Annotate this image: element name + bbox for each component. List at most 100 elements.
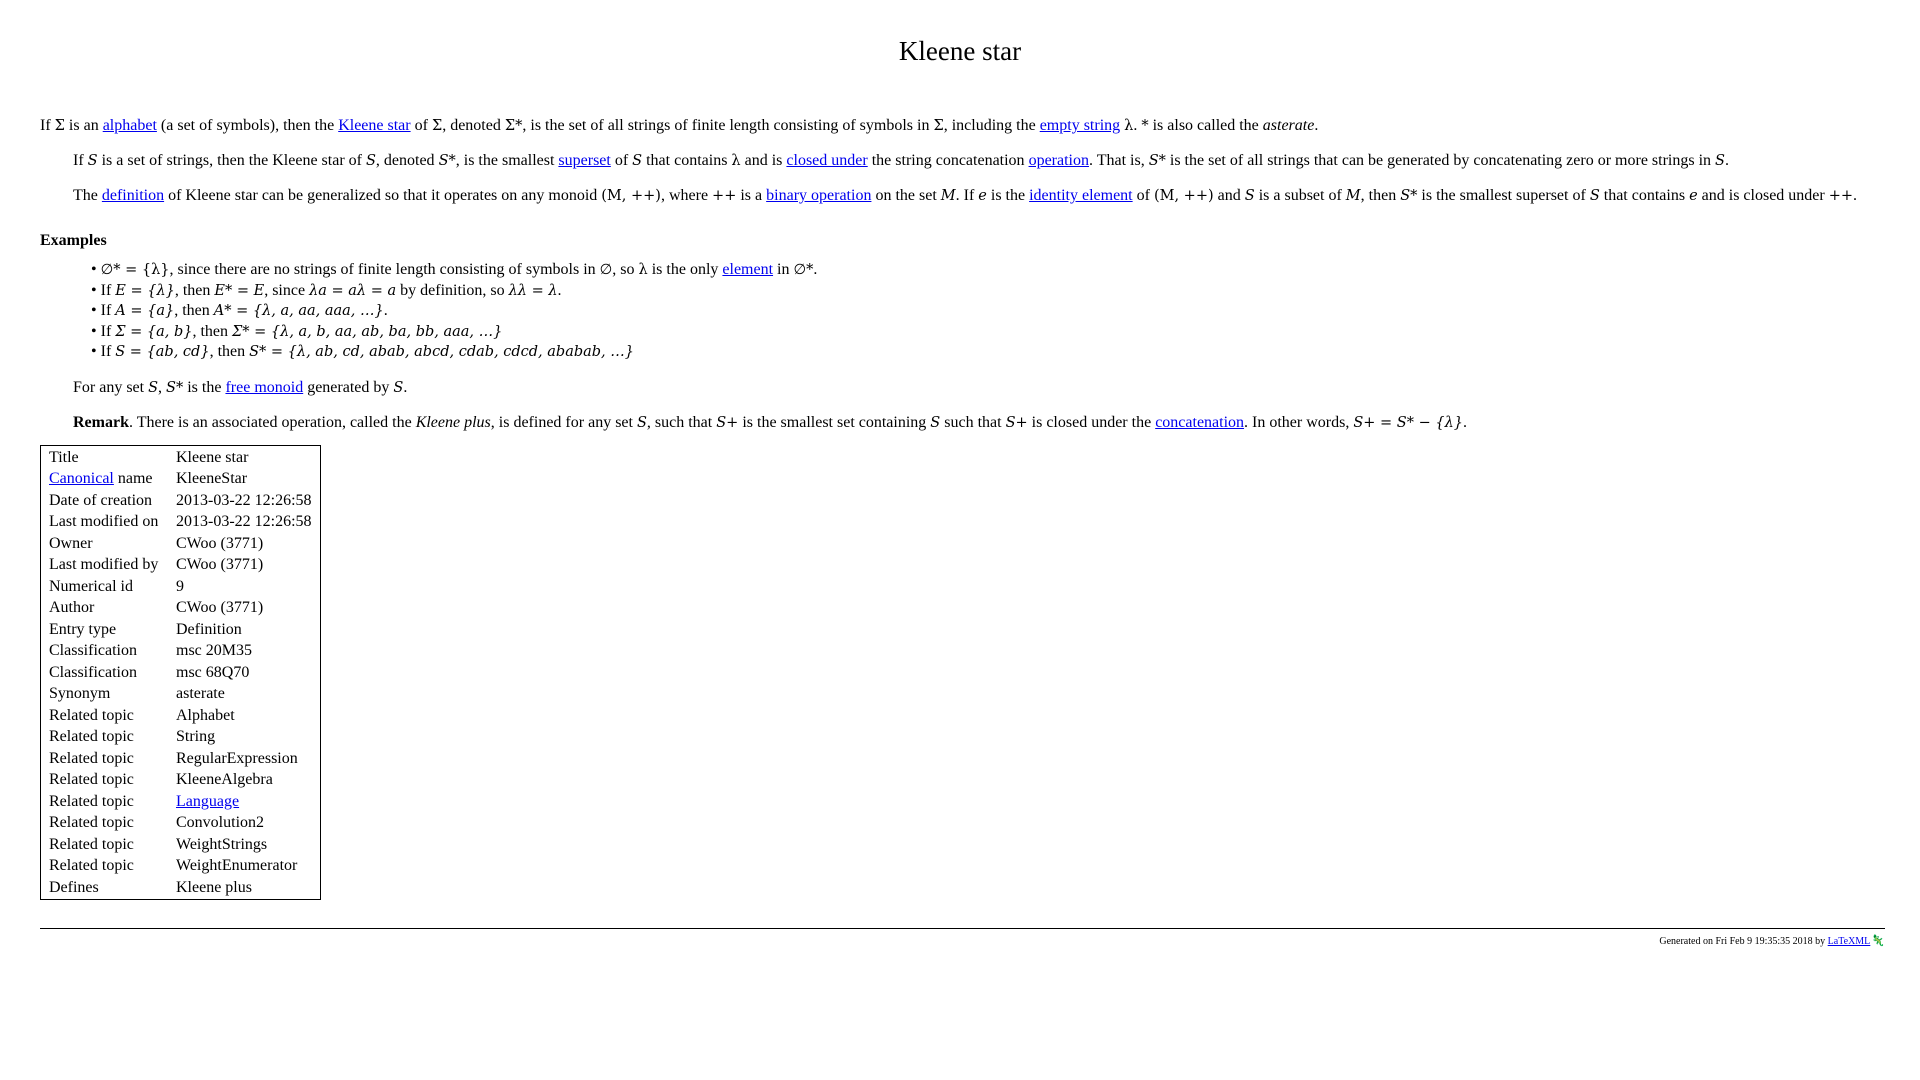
metadata-key: Numerical id [49, 577, 133, 595]
text: . If [955, 187, 979, 204]
text: If [100, 322, 116, 340]
math: S* [1400, 188, 1418, 204]
math: S+ [1005, 414, 1028, 431]
table-row: Canonical name KleeneStar [45, 468, 316, 490]
text: generated by [303, 378, 394, 396]
examples-list: ∅* = {λ}, since there are no strings of … [91, 260, 1885, 363]
math: (M, ++) [1153, 188, 1214, 204]
math: S [930, 414, 941, 431]
table-row: Related topic WeightEnumerator [45, 855, 316, 877]
metadata-value: 2013-03-22 12:26:58 [176, 513, 312, 530]
text: , is defined for any set [490, 413, 637, 431]
closed-under-link[interactable]: closed under [786, 152, 867, 169]
math: S+ [716, 414, 739, 431]
table-row: Classification msc 20M35 [45, 640, 316, 662]
language-link[interactable]: Language [176, 793, 239, 810]
math: ∅* [793, 262, 814, 278]
kleene-star-link[interactable]: Kleene star [338, 117, 410, 134]
math: S [1715, 153, 1725, 169]
table-row: Numerical id 9 [45, 576, 316, 598]
alphabet-link[interactable]: alphabet [103, 117, 157, 134]
math: E* = E [214, 282, 265, 299]
identity-element-link[interactable]: identity element [1029, 187, 1133, 204]
math: S* [438, 153, 456, 169]
page: Kleene star If Σ is an alphabet (a set o… [0, 0, 1920, 1080]
math: ++ [712, 188, 737, 204]
footer-divider [40, 928, 1885, 929]
metadata-key: Entry type [49, 620, 117, 638]
math: ∅ [599, 262, 613, 278]
intro-paragraph: If Σ is an alphabet (a set of symbols), … [40, 113, 1885, 139]
text: is a [736, 187, 767, 204]
metadata-value: 9 [176, 577, 184, 595]
metadata-value: Kleene star [176, 448, 249, 466]
math: E = {λ} [115, 282, 175, 299]
text: of [610, 152, 633, 169]
metadata-value: Kleene plus [176, 878, 252, 896]
metadata-value: Language [172, 791, 316, 813]
text: , where [660, 187, 713, 204]
text: If [100, 302, 116, 319]
text: by definition, so [396, 281, 509, 299]
text: . [1463, 413, 1467, 431]
text: (a set of symbols), then the [156, 117, 339, 134]
latexml-link[interactable]: LaTeXML [1828, 936, 1871, 947]
metadata-value: 2013-03-22 12:26:58 [176, 491, 312, 509]
math: e [978, 188, 987, 204]
math: Σ [54, 118, 65, 134]
text: is also called the [1148, 117, 1263, 134]
text: the string concatenation [867, 152, 1029, 169]
metadata-value: CWoo (3771) [176, 534, 264, 552]
metadata-key: Related topic [49, 706, 134, 724]
superset-link[interactable]: superset [558, 152, 610, 169]
math: A = {a} [115, 303, 175, 319]
metadata-value: KleeneStar [176, 470, 248, 487]
text: If [40, 117, 55, 134]
text: is an [64, 117, 103, 134]
text: . [1853, 187, 1858, 204]
definition-link[interactable]: definition [102, 187, 164, 204]
text: is closed under the [1027, 413, 1156, 431]
concatenation-link[interactable]: concatenation [1155, 414, 1244, 431]
math: S [632, 153, 643, 169]
math: Σ = {a, b} [115, 323, 193, 340]
table-row: Related topic Convolution2 [45, 812, 316, 834]
latexml-mascot-icon: 🦎 [1871, 935, 1885, 947]
canonical-link[interactable]: Canonical [49, 470, 114, 487]
element-link[interactable]: element [722, 261, 773, 278]
text: . [1314, 117, 1319, 134]
empty-string-link[interactable]: empty string [1040, 117, 1120, 134]
metadata-key: Related topic [49, 749, 134, 767]
text: that contains [642, 152, 732, 169]
math: S+ = S* − {λ} [1353, 414, 1463, 431]
math: S [87, 153, 98, 169]
text: , is the set of all strings of finite le… [522, 117, 934, 134]
metadata-key: Canonical name [45, 468, 172, 490]
text: and is closed under [1697, 187, 1829, 204]
metadata-value: asterate [176, 685, 225, 702]
examples-heading: Examples [40, 232, 107, 249]
text: on the set [871, 187, 941, 204]
free-monoid-link[interactable]: free monoid [225, 379, 303, 396]
metadata-key: Related topic [49, 835, 134, 853]
metadata-table: Title Kleene star Canonical name KleeneSta… [40, 444, 321, 900]
metadata-value: WeightStrings [176, 835, 268, 853]
math: (M, ++) [601, 188, 661, 204]
text: , [158, 378, 167, 396]
text: is the set of all strings that can be ge… [1165, 152, 1716, 169]
binary-operation-link[interactable]: binary operation [766, 187, 871, 204]
table-row: Related topic RegularExpression [45, 748, 316, 770]
list-item: If A = {a}, then A* = {λ, a, aa, aaa, …}… [91, 301, 1885, 322]
table-row: Author CWoo (3771) [45, 597, 316, 619]
math: Σ* = {λ, a, b, aa, ab, ba, bb, aaa, …} [232, 323, 503, 340]
math: λ [1124, 118, 1134, 134]
math: S* [1148, 153, 1166, 169]
table-row: Related topic KleeneAlgebra [45, 769, 316, 791]
text: is a set of strings, then the Kleene sta… [97, 152, 366, 169]
math: λa = aλ = a [309, 282, 397, 299]
operation-link[interactable]: operation [1029, 152, 1089, 169]
text: , is the smallest [455, 152, 559, 169]
text: and is [740, 152, 787, 169]
free-monoid-paragraph: For any set S, S* is the free monoid gen… [40, 375, 1885, 401]
math: S [636, 414, 647, 431]
